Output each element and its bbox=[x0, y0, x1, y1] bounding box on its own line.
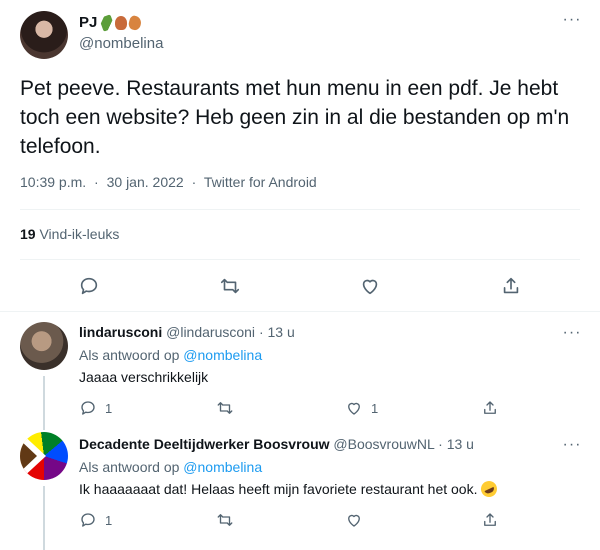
replying-to-handle[interactable]: @nombelina bbox=[183, 347, 262, 363]
meta-separator: · bbox=[438, 436, 443, 452]
meta-separator: · bbox=[191, 174, 197, 190]
share-button[interactable] bbox=[481, 399, 499, 417]
leaf-emoji-icon bbox=[127, 14, 143, 31]
reply-button[interactable] bbox=[78, 275, 100, 297]
display-name[interactable]: PJ bbox=[79, 14, 97, 31]
reply-time[interactable]: 13 u bbox=[447, 436, 474, 452]
retweet-button[interactable] bbox=[216, 399, 234, 417]
meta-separator: · bbox=[94, 174, 99, 190]
replying-to: Als antwoord op @nombelina bbox=[79, 459, 262, 475]
tweet-time[interactable]: 10:39 p.m. bbox=[20, 174, 86, 190]
reply-header: lindarusconi @lindarusconi · 13 u bbox=[79, 324, 295, 340]
reply-button[interactable]: 1 bbox=[79, 399, 112, 417]
retweet-button[interactable] bbox=[216, 511, 234, 529]
reply-display-name[interactable]: lindarusconi bbox=[79, 324, 162, 340]
thread-line bbox=[43, 486, 45, 550]
reply-count: 1 bbox=[105, 512, 113, 528]
reply-count: 1 bbox=[105, 400, 113, 416]
reply-button[interactable]: 1 bbox=[79, 511, 112, 529]
share-button[interactable] bbox=[481, 511, 499, 529]
tweet-date[interactable]: 30 jan. 2022 bbox=[107, 174, 184, 190]
like-button[interactable] bbox=[359, 275, 381, 297]
reply-time[interactable]: 13 u bbox=[268, 324, 295, 340]
like-icon bbox=[362, 279, 378, 295]
herb-emoji-icon bbox=[99, 13, 116, 32]
like-icon bbox=[348, 402, 360, 415]
reply-action-bar: 1 bbox=[79, 511, 509, 535]
avatar[interactable] bbox=[20, 432, 68, 480]
tweet-source[interactable]: Twitter for Android bbox=[204, 174, 317, 190]
like-button[interactable] bbox=[345, 511, 371, 529]
replying-to: Als antwoord op @nombelina bbox=[79, 347, 262, 363]
reply-text: Jaaaa verschrikkelijk bbox=[79, 369, 209, 385]
reply-action-bar: 1 1 bbox=[79, 399, 509, 423]
reply-text: Ik haaaaaaat dat! Helaas heeft mijn favo… bbox=[79, 481, 478, 497]
reply-header: Decadente Deeltijdwerker Boosvrouw @Boos… bbox=[79, 436, 474, 452]
reply-text-wrapper: Ik haaaaaaat dat! Helaas heeft mijn favo… bbox=[79, 478, 500, 500]
replying-to-label: Als antwoord op bbox=[79, 459, 180, 475]
replying-to-label: Als antwoord op bbox=[79, 347, 180, 363]
reply-icon bbox=[81, 401, 95, 415]
reply-handle[interactable]: @lindarusconi bbox=[166, 324, 255, 340]
handle[interactable]: @nombelina bbox=[79, 35, 163, 52]
name-emoji-icons bbox=[99, 13, 143, 32]
share-icon bbox=[484, 401, 496, 414]
retweet-icon bbox=[220, 278, 240, 294]
share-button[interactable] bbox=[500, 275, 522, 297]
reply-tweet[interactable]: lindarusconi @lindarusconi · 13 u ··· Al… bbox=[0, 312, 600, 430]
replying-to-handle[interactable]: @nombelina bbox=[183, 459, 262, 475]
share-icon bbox=[503, 277, 519, 294]
likes-label: Vind-ik-leuks bbox=[39, 226, 120, 242]
reply-handle[interactable]: @BoosvrouwNL bbox=[333, 436, 434, 452]
like-icon bbox=[348, 514, 360, 527]
avatar[interactable] bbox=[20, 11, 68, 59]
likes-count: 19 bbox=[20, 226, 36, 242]
more-options-icon[interactable]: ··· bbox=[560, 325, 584, 341]
like-count: 1 bbox=[371, 400, 379, 416]
like-button[interactable]: 1 bbox=[345, 399, 378, 417]
tweet-meta: 10:39 p.m. · 30 jan. 2022 · Twitter for … bbox=[20, 174, 317, 190]
reply-tweet[interactable]: Decadente Deeltijdwerker Boosvrouw @Boos… bbox=[0, 422, 600, 550]
rofl-emoji-icon bbox=[478, 478, 500, 500]
divider bbox=[20, 209, 580, 210]
share-icon bbox=[484, 513, 496, 526]
more-options-icon[interactable]: ··· bbox=[560, 12, 584, 32]
retweet-button[interactable] bbox=[219, 275, 241, 297]
divider bbox=[20, 259, 580, 260]
likes-summary[interactable]: 19 Vind-ik-leuks bbox=[20, 226, 119, 242]
tweet-action-bar bbox=[20, 270, 580, 302]
more-options-icon[interactable]: ··· bbox=[560, 437, 584, 453]
retweet-icon bbox=[217, 402, 233, 414]
hands-emoji-icon bbox=[115, 15, 128, 30]
retweet-icon bbox=[217, 514, 233, 526]
reply-icon bbox=[81, 513, 95, 527]
reply-icon bbox=[80, 277, 98, 295]
author-line: PJ bbox=[79, 13, 143, 32]
meta-separator: · bbox=[258, 324, 264, 340]
tweet-text: Pet peeve. Restaurants met hun menu in e… bbox=[20, 77, 570, 158]
avatar[interactable] bbox=[20, 322, 68, 370]
reply-display-name[interactable]: Decadente Deeltijdwerker Boosvrouw bbox=[79, 436, 330, 452]
